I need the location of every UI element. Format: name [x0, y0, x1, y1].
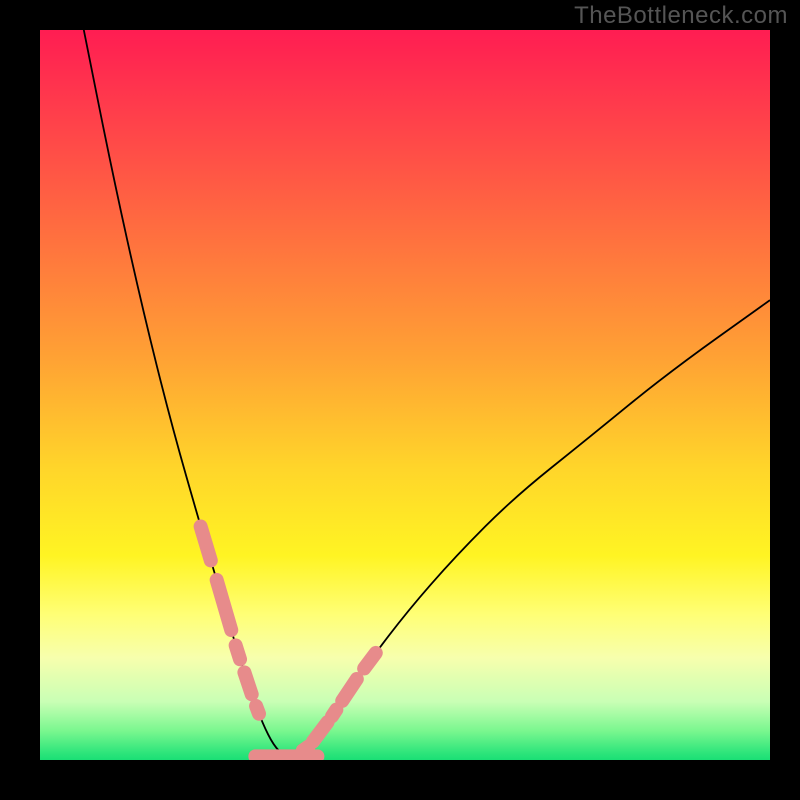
attribution-label: TheBottleneck.com	[574, 2, 788, 30]
highlight-markers	[201, 526, 376, 756]
bottleneck-curve	[84, 30, 770, 756]
chart-frame: TheBottleneck.com	[0, 0, 800, 800]
plot-area	[40, 30, 770, 760]
chart-svg	[40, 30, 770, 760]
